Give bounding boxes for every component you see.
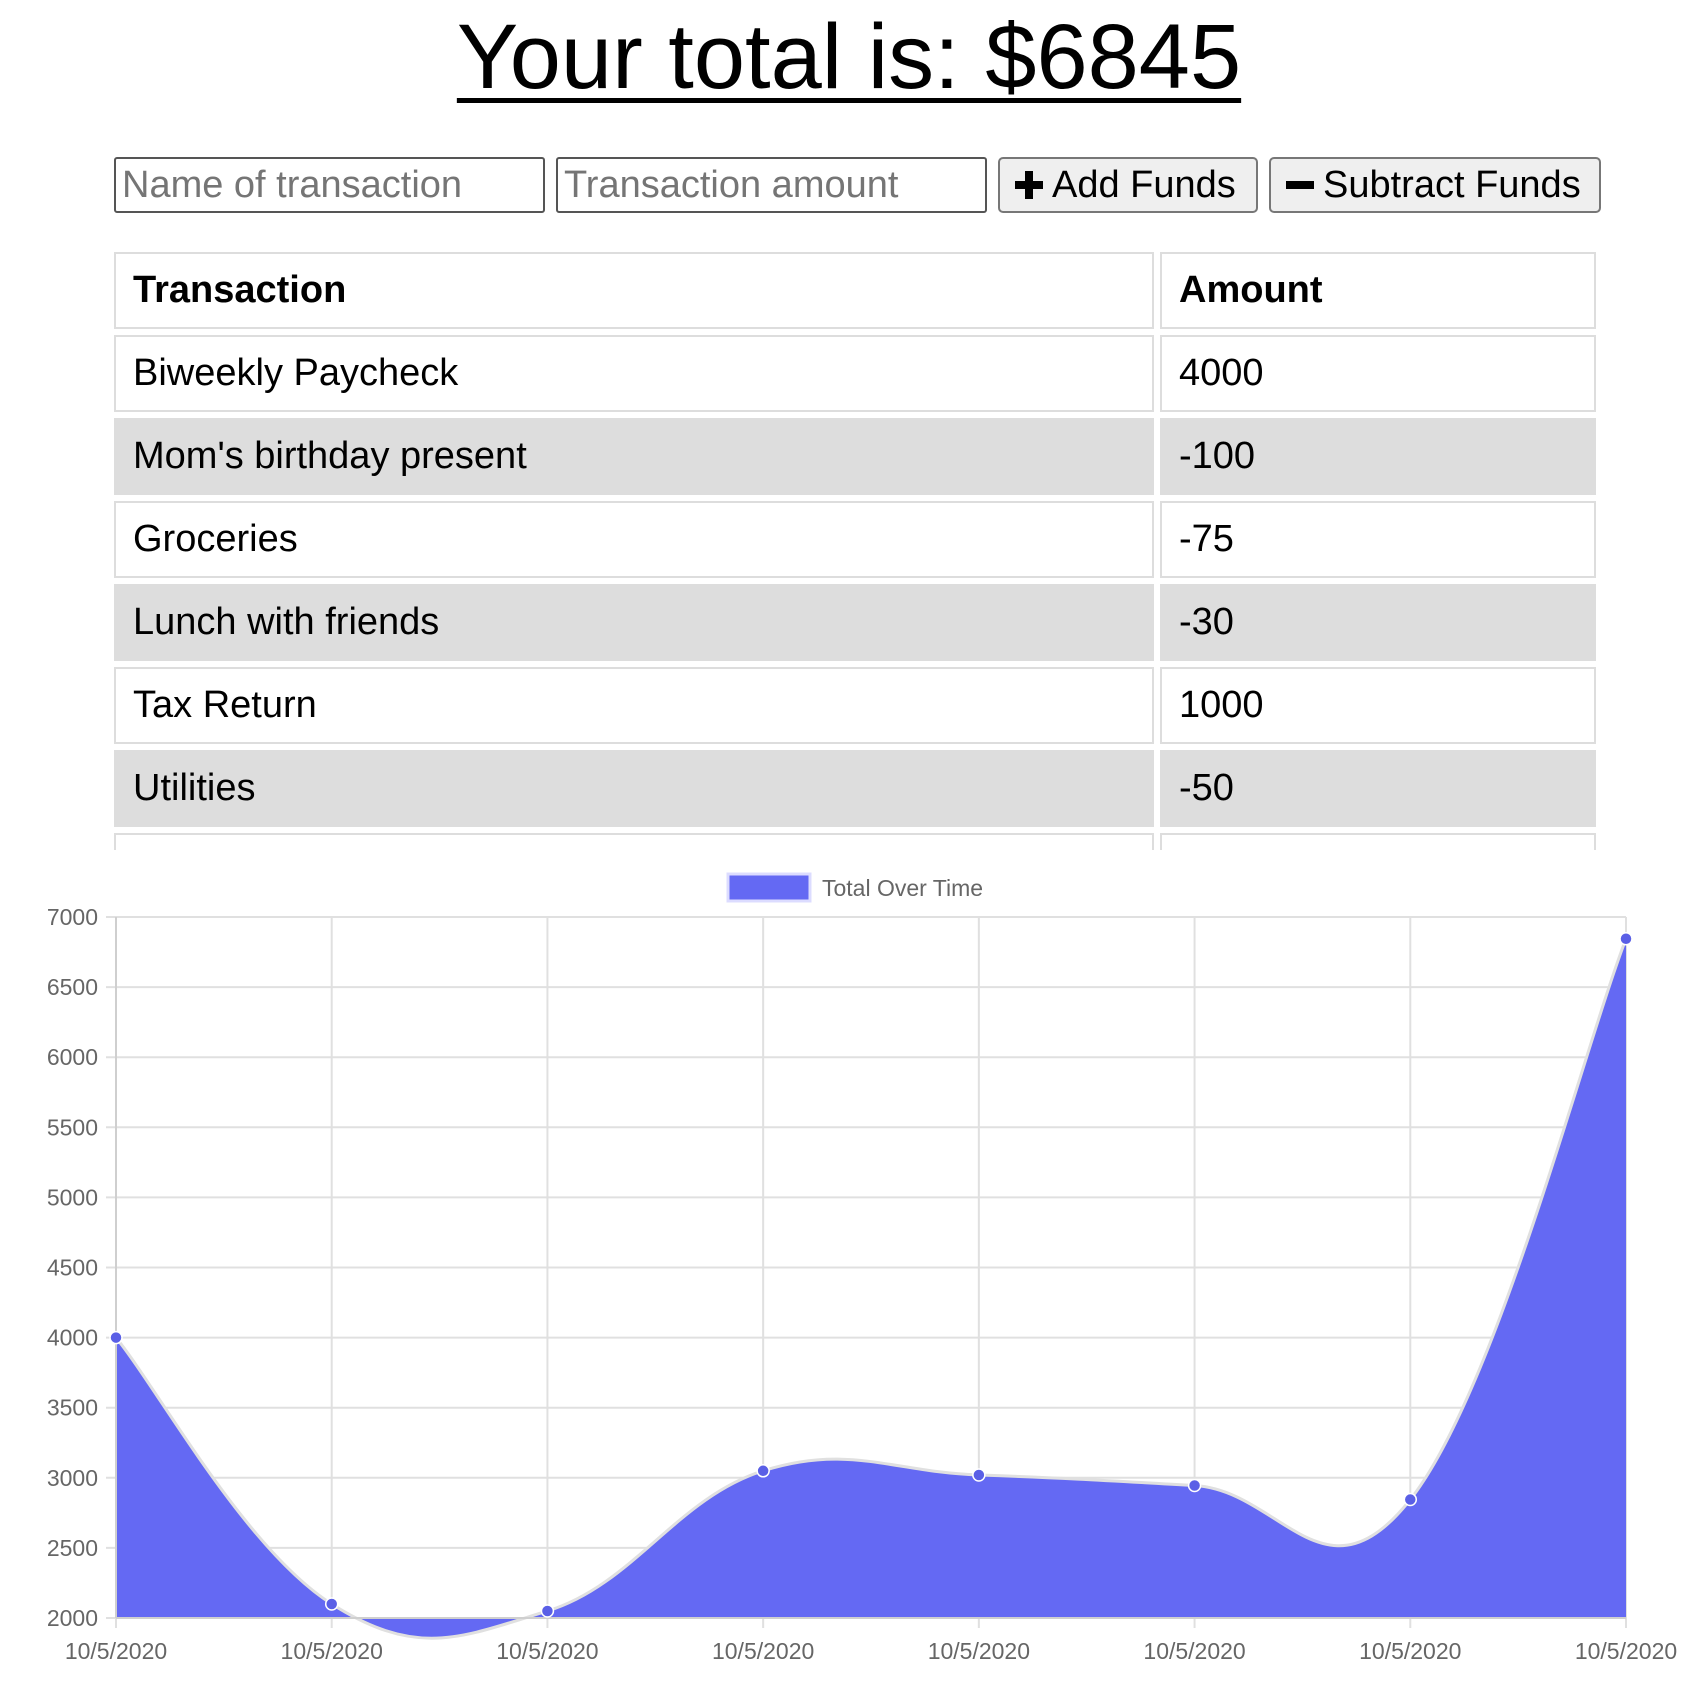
minus-icon: [1285, 170, 1315, 200]
add-funds-label: Add Funds: [1052, 163, 1236, 206]
y-tick-label: 2500: [47, 1535, 98, 1561]
table-row: Biweekly Paycheck 4000: [114, 335, 1596, 412]
data-point: [1187, 1478, 1202, 1493]
legend-label: Total Over Time: [822, 875, 983, 901]
total-heading: Your total is: $6845: [456, 6, 1242, 108]
y-tick-label: 6500: [47, 974, 98, 1000]
transaction-name-cell: Biweekly Paycheck: [114, 335, 1154, 412]
transactions-table-scroll[interactable]: Transaction Amount Biweekly Paycheck 400…: [114, 252, 1604, 850]
transaction-amount-cell: 4000: [1160, 335, 1596, 412]
table-row: Utilities -50: [114, 750, 1596, 827]
data-point: [109, 1330, 123, 1345]
table-row: Tax Return 1000: [114, 667, 1596, 744]
transaction-amount-cell: [1160, 833, 1596, 850]
transaction-name-cell: Utilities: [114, 750, 1154, 827]
subtract-funds-label: Subtract Funds: [1323, 163, 1581, 206]
y-tick-label: 3000: [47, 1465, 98, 1491]
table-row: Groceries -75: [114, 501, 1596, 578]
transaction-name-input[interactable]: [114, 157, 545, 213]
transaction-name-cell: Tax Return: [114, 667, 1154, 744]
transaction-form: Add Funds Subtract Funds: [114, 157, 1601, 213]
data-point: [972, 1468, 986, 1482]
y-tick-label: 4500: [47, 1255, 98, 1281]
x-tick-label: 10/5/2020: [712, 1638, 814, 1664]
transaction-name-cell: Lunch with friends: [114, 584, 1154, 661]
transaction-amount-input[interactable]: [556, 157, 987, 213]
transaction-name-cell: [114, 833, 1154, 850]
transaction-amount-cell: -75: [1160, 501, 1596, 578]
x-tick-label: 10/5/2020: [928, 1638, 1030, 1664]
transaction-name-cell: Mom's birthday present: [114, 418, 1154, 495]
plus-icon: [1014, 170, 1044, 200]
budget-page: Your total is: $6845 Add Funds Subtract …: [0, 0, 1698, 1700]
y-tick-label: 6000: [47, 1044, 98, 1070]
total-over-time-chart: 2000 2500 3000 3500 4000 4500 5000 5500 6000 6500…: [0, 860, 1698, 1700]
header-transaction: Transaction: [114, 252, 1154, 329]
x-tick-label: 10/5/2020: [496, 1638, 598, 1664]
table-row: [114, 833, 1596, 850]
transactions-table: Transaction Amount Biweekly Paycheck 400…: [114, 252, 1602, 850]
x-tick-label: 10/5/2020: [65, 1638, 167, 1664]
data-point: [1619, 931, 1633, 946]
transaction-amount-cell: 1000: [1160, 667, 1596, 744]
header-amount: Amount: [1160, 252, 1596, 329]
y-tick-label: 3500: [47, 1395, 98, 1421]
data-point: [756, 1464, 770, 1478]
x-tick-label: 10/5/2020: [1575, 1638, 1677, 1664]
transaction-amount-cell: -30: [1160, 584, 1596, 661]
x-tick-label: 10/5/2020: [1359, 1638, 1461, 1664]
subtract-funds-button[interactable]: Subtract Funds: [1269, 157, 1601, 213]
y-tick-label: 7000: [47, 904, 98, 930]
table-row: Mom's birthday present -100: [114, 418, 1596, 495]
y-tick-label: 4000: [47, 1325, 98, 1351]
x-tick-label: 10/5/2020: [281, 1638, 383, 1664]
transaction-name-cell: Groceries: [114, 501, 1154, 578]
y-tick-label: 5000: [47, 1184, 98, 1210]
data-point: [1403, 1492, 1418, 1507]
data-point: [324, 1597, 339, 1611]
transaction-amount-cell: -50: [1160, 750, 1596, 827]
series-area: [116, 938, 1626, 1639]
table-row: Lunch with friends -30: [114, 584, 1596, 661]
transaction-amount-cell: -100: [1160, 418, 1596, 495]
x-tick-label: 10/5/2020: [1143, 1638, 1245, 1664]
legend-swatch: [726, 872, 812, 903]
data-point: [540, 1604, 555, 1618]
add-funds-button[interactable]: Add Funds: [998, 157, 1258, 213]
chart-svg: 2000 2500 3000 3500 4000 4500 5000 5500 6000 6500…: [47, 872, 1677, 1664]
y-tick-label: 5500: [47, 1114, 98, 1140]
y-tick-label: 2000: [47, 1605, 98, 1631]
